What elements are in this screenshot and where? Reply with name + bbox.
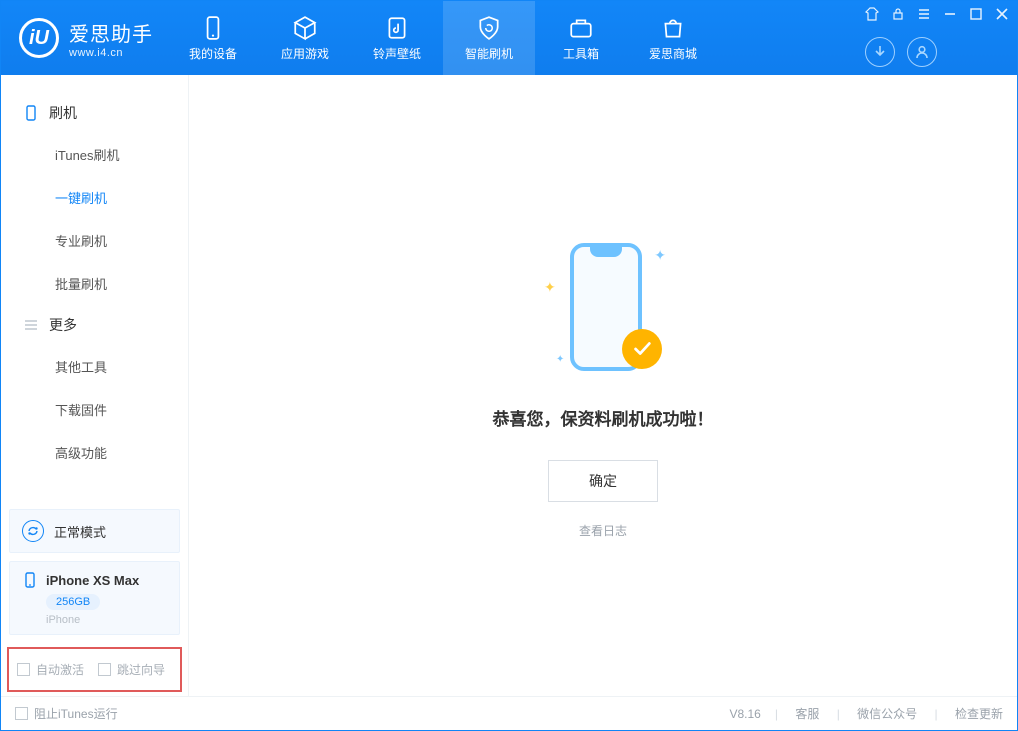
tab-label: 爱思商城 [649,45,697,62]
sidebar-heading-more: 更多 [1,305,188,345]
lock-icon[interactable] [891,7,905,21]
tab-my-device[interactable]: 我的设备 [167,1,259,75]
sidebar-heading-flash: 刷机 [1,93,188,133]
tab-label: 我的设备 [189,45,237,62]
cube-icon [292,15,318,41]
app-window: iU 爱思助手 www.i4.cn 我的设备 应用游戏 铃声壁纸 智能刷机 [0,0,1018,731]
titlebar-right [865,1,1017,75]
account-button[interactable] [907,37,937,67]
status-mode-card[interactable]: 正常模式 [9,509,180,553]
device-icon [22,572,38,588]
titlebar: iU 爱思助手 www.i4.cn 我的设备 应用游戏 铃声壁纸 智能刷机 [1,1,1017,75]
heading-label: 更多 [49,315,77,335]
view-log-link[interactable]: 查看日志 [579,522,627,539]
close-icon[interactable] [995,7,1009,21]
download-button[interactable] [865,37,895,67]
device-card[interactable]: iPhone XS Max 256GB iPhone [9,561,180,635]
checkbox-label: 阻止iTunes运行 [34,705,118,722]
checkbox-icon [17,663,30,676]
window-controls [865,7,1009,21]
maximize-icon[interactable] [969,7,983,21]
checkbox-auto-activate[interactable]: 自动激活 [17,661,84,678]
checkbox-label: 自动激活 [36,661,84,678]
list-icon [23,317,39,333]
sidebar-item-itunes-flash[interactable]: iTunes刷机 [1,133,188,176]
music-file-icon [384,15,410,41]
check-badge-icon [622,329,662,369]
sidebar-item-oneclick-flash[interactable]: 一键刷机 [1,176,188,219]
sparkle-icon: ✦ [544,279,556,296]
tab-apps[interactable]: 应用游戏 [259,1,351,75]
checkbox-skip-guide[interactable]: 跳过向导 [98,661,165,678]
shield-sync-icon [476,15,502,41]
check-update-link[interactable]: 检查更新 [955,707,1003,721]
checkbox-label: 跳过向导 [117,661,165,678]
success-message: 恭喜您，保资料刷机成功啦！ [493,405,714,430]
body: 刷机 iTunes刷机 一键刷机 专业刷机 批量刷机 更多 其他工具 下载固件 … [1,75,1017,696]
sidebar: 刷机 iTunes刷机 一键刷机 专业刷机 批量刷机 更多 其他工具 下载固件 … [1,75,189,696]
status-bar: 阻止iTunes运行 V8.16 | 客服 | 微信公众号 | 检查更新 [1,696,1017,730]
sidebar-item-advanced[interactable]: 高级功能 [1,431,188,474]
ok-button[interactable]: 确定 [548,460,658,502]
tab-smart-flash[interactable]: 智能刷机 [443,1,535,75]
menu-icon[interactable] [917,7,931,21]
logo-mark: iU [19,18,59,58]
sidebar-item-batch-flash[interactable]: 批量刷机 [1,262,188,305]
sync-icon [22,520,44,542]
main-content: ✦ ✦ ✦ 恭喜您，保资料刷机成功啦！ 确定 查看日志 [189,75,1017,696]
status-mode-label: 正常模式 [54,522,106,541]
tab-store[interactable]: 爱思商城 [627,1,719,75]
main-tabs: 我的设备 应用游戏 铃声壁纸 智能刷机 工具箱 爱思商城 [167,1,719,75]
checkbox-icon [15,707,28,720]
sidebar-item-pro-flash[interactable]: 专业刷机 [1,219,188,262]
heading-label: 刷机 [49,103,77,123]
tab-label: 工具箱 [563,45,599,62]
tab-label: 智能刷机 [465,45,513,62]
minimize-icon[interactable] [943,7,957,21]
checkbox-block-itunes[interactable]: 阻止iTunes运行 [15,705,118,722]
tshirt-icon[interactable] [865,7,879,21]
options-highlight-box: 自动激活 跳过向导 [7,647,182,692]
logo-text: 爱思助手 www.i4.cn [69,18,153,59]
phone-icon [200,15,226,41]
device-type: iPhone [46,614,167,626]
checkbox-icon [98,663,111,676]
version-label: V8.16 [730,707,761,721]
tab-label: 应用游戏 [281,45,329,62]
brand-logo: iU 爱思助手 www.i4.cn [1,1,167,75]
sparkle-icon: ✦ [654,247,666,264]
footer-links: | 客服 | 微信公众号 | 检查更新 [761,705,1003,722]
phone-flash-icon [23,105,39,121]
sidebar-item-download-firmware[interactable]: 下载固件 [1,388,188,431]
bag-icon [660,15,686,41]
tab-label: 铃声壁纸 [373,45,421,62]
titlebar-actions [865,37,1009,67]
sidebar-item-other-tools[interactable]: 其他工具 [1,345,188,388]
wechat-link[interactable]: 微信公众号 [857,707,917,721]
device-name: iPhone XS Max [46,573,139,588]
sparkle-icon: ✦ [556,354,564,365]
brand-name: 爱思助手 [69,18,153,47]
tab-ringtone[interactable]: 铃声壁纸 [351,1,443,75]
brand-url: www.i4.cn [69,47,153,59]
tab-toolbox[interactable]: 工具箱 [535,1,627,75]
sidebar-nav: 刷机 iTunes刷机 一键刷机 专业刷机 批量刷机 更多 其他工具 下载固件 … [1,75,188,501]
toolbox-icon [568,15,594,41]
success-illustration: ✦ ✦ ✦ [538,233,668,383]
support-link[interactable]: 客服 [795,707,819,721]
device-storage: 256GB [46,594,100,610]
